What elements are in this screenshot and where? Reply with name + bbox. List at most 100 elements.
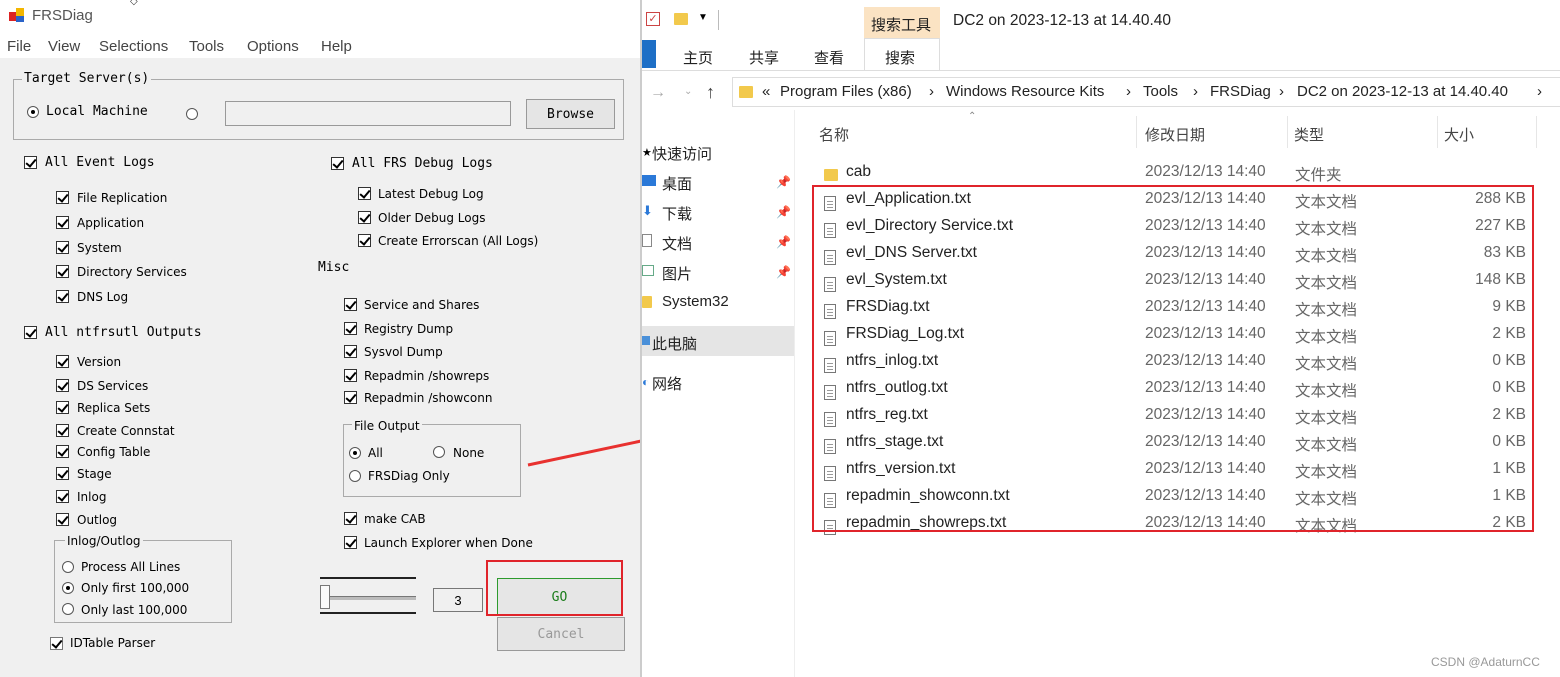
breadcrumb-item[interactable]: Windows Resource Kits (946, 83, 1104, 100)
all-event-logs-checkbox[interactable] (24, 156, 37, 169)
event-log-checkbox[interactable] (56, 216, 69, 229)
forward-arrow-icon[interactable]: → (650, 84, 666, 102)
idtable-checkbox[interactable] (50, 637, 63, 650)
pin-icon[interactable]: 📌 (776, 205, 791, 219)
ntfrsutl-checkbox[interactable] (56, 445, 69, 458)
all-frs-debug-checkbox[interactable] (331, 157, 344, 170)
misc-label: Sysvol Dump (364, 345, 443, 359)
nav-quick-access[interactable]: 快速访问 (652, 143, 712, 164)
breadcrumb-item[interactable]: Tools (1143, 83, 1178, 100)
pin-icon[interactable]: 📌 (776, 265, 791, 279)
cancel-button[interactable]: Cancel (497, 617, 625, 651)
window-title: DC2 on 2023-12-13 at 14.40.40 (953, 12, 1172, 29)
file-tab[interactable] (642, 40, 656, 68)
frsdiag-menubar: File View Selections Tools Options Help (0, 34, 640, 58)
misc-checkbox[interactable] (344, 369, 357, 382)
misc-checkbox[interactable] (344, 345, 357, 358)
nav-system32[interactable]: System32 (662, 293, 729, 310)
local-machine-radio[interactable] (27, 106, 39, 118)
nav-downloads[interactable]: 下载 (662, 203, 692, 224)
misc-checkbox[interactable] (344, 298, 357, 311)
file-output-all-radio[interactable] (349, 447, 361, 459)
ntfrsutl-checkbox[interactable] (56, 490, 69, 503)
threads-slider[interactable] (320, 575, 418, 617)
breadcrumb-sep: › (1193, 83, 1198, 100)
ntfrsutl-checkbox[interactable] (56, 355, 69, 368)
ntfrsutl-checkbox[interactable] (56, 379, 69, 392)
breadcrumb-sep: › (929, 83, 934, 100)
ntfrsutl-checkbox[interactable] (56, 467, 69, 480)
only-last-radio[interactable] (62, 603, 74, 615)
frsdiag-title: FRSDiag (32, 7, 93, 24)
file-output-frsdiag-radio[interactable] (349, 470, 361, 482)
breadcrumb-sep: › (1537, 83, 1542, 100)
misc-checkbox[interactable] (344, 391, 357, 404)
event-log-checkbox[interactable] (56, 191, 69, 204)
tab-view[interactable]: 查看 (814, 47, 844, 68)
column-type[interactable]: 类型 (1294, 124, 1324, 145)
all-frs-debug-label: All FRS Debug Logs (352, 156, 493, 171)
column-size[interactable]: 大小 (1444, 124, 1474, 145)
frsdiag-window: FRSDiag ◇ File View Selections Tools Opt… (0, 0, 640, 677)
ntfrsutl-label: DS Services (77, 379, 149, 393)
ntfrsutl-checkbox[interactable] (56, 513, 69, 526)
misc-checkbox[interactable] (344, 322, 357, 335)
breadcrumb-overflow[interactable]: « (762, 83, 770, 100)
menu-file[interactable]: File (7, 38, 31, 55)
server-input[interactable] (225, 101, 511, 126)
process-all-radio[interactable] (62, 561, 74, 573)
slider-thumb[interactable] (320, 585, 330, 609)
recent-dropdown-icon[interactable]: ⌄ (684, 86, 692, 97)
tab-share[interactable]: 共享 (749, 47, 779, 68)
properties-check-icon[interactable]: ✓ (646, 12, 660, 26)
app-icon (9, 8, 25, 22)
tab-home[interactable]: 主页 (683, 47, 713, 68)
menu-tools[interactable]: Tools (189, 38, 224, 55)
nav-documents[interactable]: 文档 (662, 233, 692, 254)
browse-button[interactable]: Browse (526, 99, 615, 129)
file-output-title: File Output (352, 419, 422, 433)
menu-view[interactable]: View (48, 38, 80, 55)
ntfrsutl-label: Outlog (77, 513, 118, 527)
up-arrow-icon[interactable]: ↑ (706, 82, 715, 103)
only-last-label: Only last 100,000 (81, 603, 188, 617)
column-date[interactable]: 修改日期 (1145, 124, 1205, 145)
nav-this-pc[interactable]: 此电脑 (652, 333, 697, 354)
event-log-checkbox[interactable] (56, 241, 69, 254)
breadcrumb-item[interactable]: FRSDiag (1210, 83, 1271, 100)
frs-debug-checkbox[interactable] (358, 211, 371, 224)
nav-network[interactable]: 网络 (652, 373, 682, 394)
tab-search[interactable]: 搜索 (885, 47, 915, 68)
event-log-checkbox[interactable] (56, 265, 69, 278)
remote-server-radio[interactable] (186, 108, 198, 120)
ntfrsutl-label: Inlog (77, 490, 107, 504)
nav-pictures[interactable]: 图片 (662, 263, 692, 284)
quick-access-dropdown-icon[interactable]: ▼ (698, 12, 708, 23)
nav-desktop[interactable]: 桌面 (662, 173, 692, 194)
breadcrumb-item[interactable]: Program Files (x86) (780, 83, 912, 100)
all-ntfrsutl-checkbox[interactable] (24, 326, 37, 339)
make-cab-checkbox[interactable] (344, 512, 357, 525)
pin-icon[interactable]: 📌 (776, 175, 791, 189)
idtable-label: IDTable Parser (70, 636, 156, 650)
file-output-all-label: All (368, 446, 383, 460)
event-log-checkbox[interactable] (56, 290, 69, 303)
only-first-radio[interactable] (62, 582, 74, 594)
menu-selections[interactable]: Selections (99, 38, 168, 55)
menu-help[interactable]: Help (321, 38, 352, 55)
ntfrsutl-checkbox[interactable] (56, 424, 69, 437)
menu-options[interactable]: Options (247, 38, 299, 55)
local-machine-label: Local Machine (46, 104, 148, 119)
star-icon: ★ (642, 147, 652, 159)
ntfrsutl-label: Create Connstat (77, 424, 175, 438)
ntfrsutl-checkbox[interactable] (56, 401, 69, 414)
frs-debug-checkbox[interactable] (358, 187, 371, 200)
column-name[interactable]: 名称 (819, 124, 849, 145)
launch-explorer-checkbox[interactable] (344, 536, 357, 549)
pin-icon[interactable]: 📌 (776, 235, 791, 249)
frs-debug-checkbox[interactable] (358, 234, 371, 247)
file-output-none-radio[interactable] (433, 446, 445, 458)
misc-label: Service and Shares (364, 298, 480, 312)
download-icon: ⬇ (642, 203, 653, 218)
breadcrumb-item[interactable]: DC2 on 2023-12-13 at 14.40.40 (1297, 83, 1508, 100)
